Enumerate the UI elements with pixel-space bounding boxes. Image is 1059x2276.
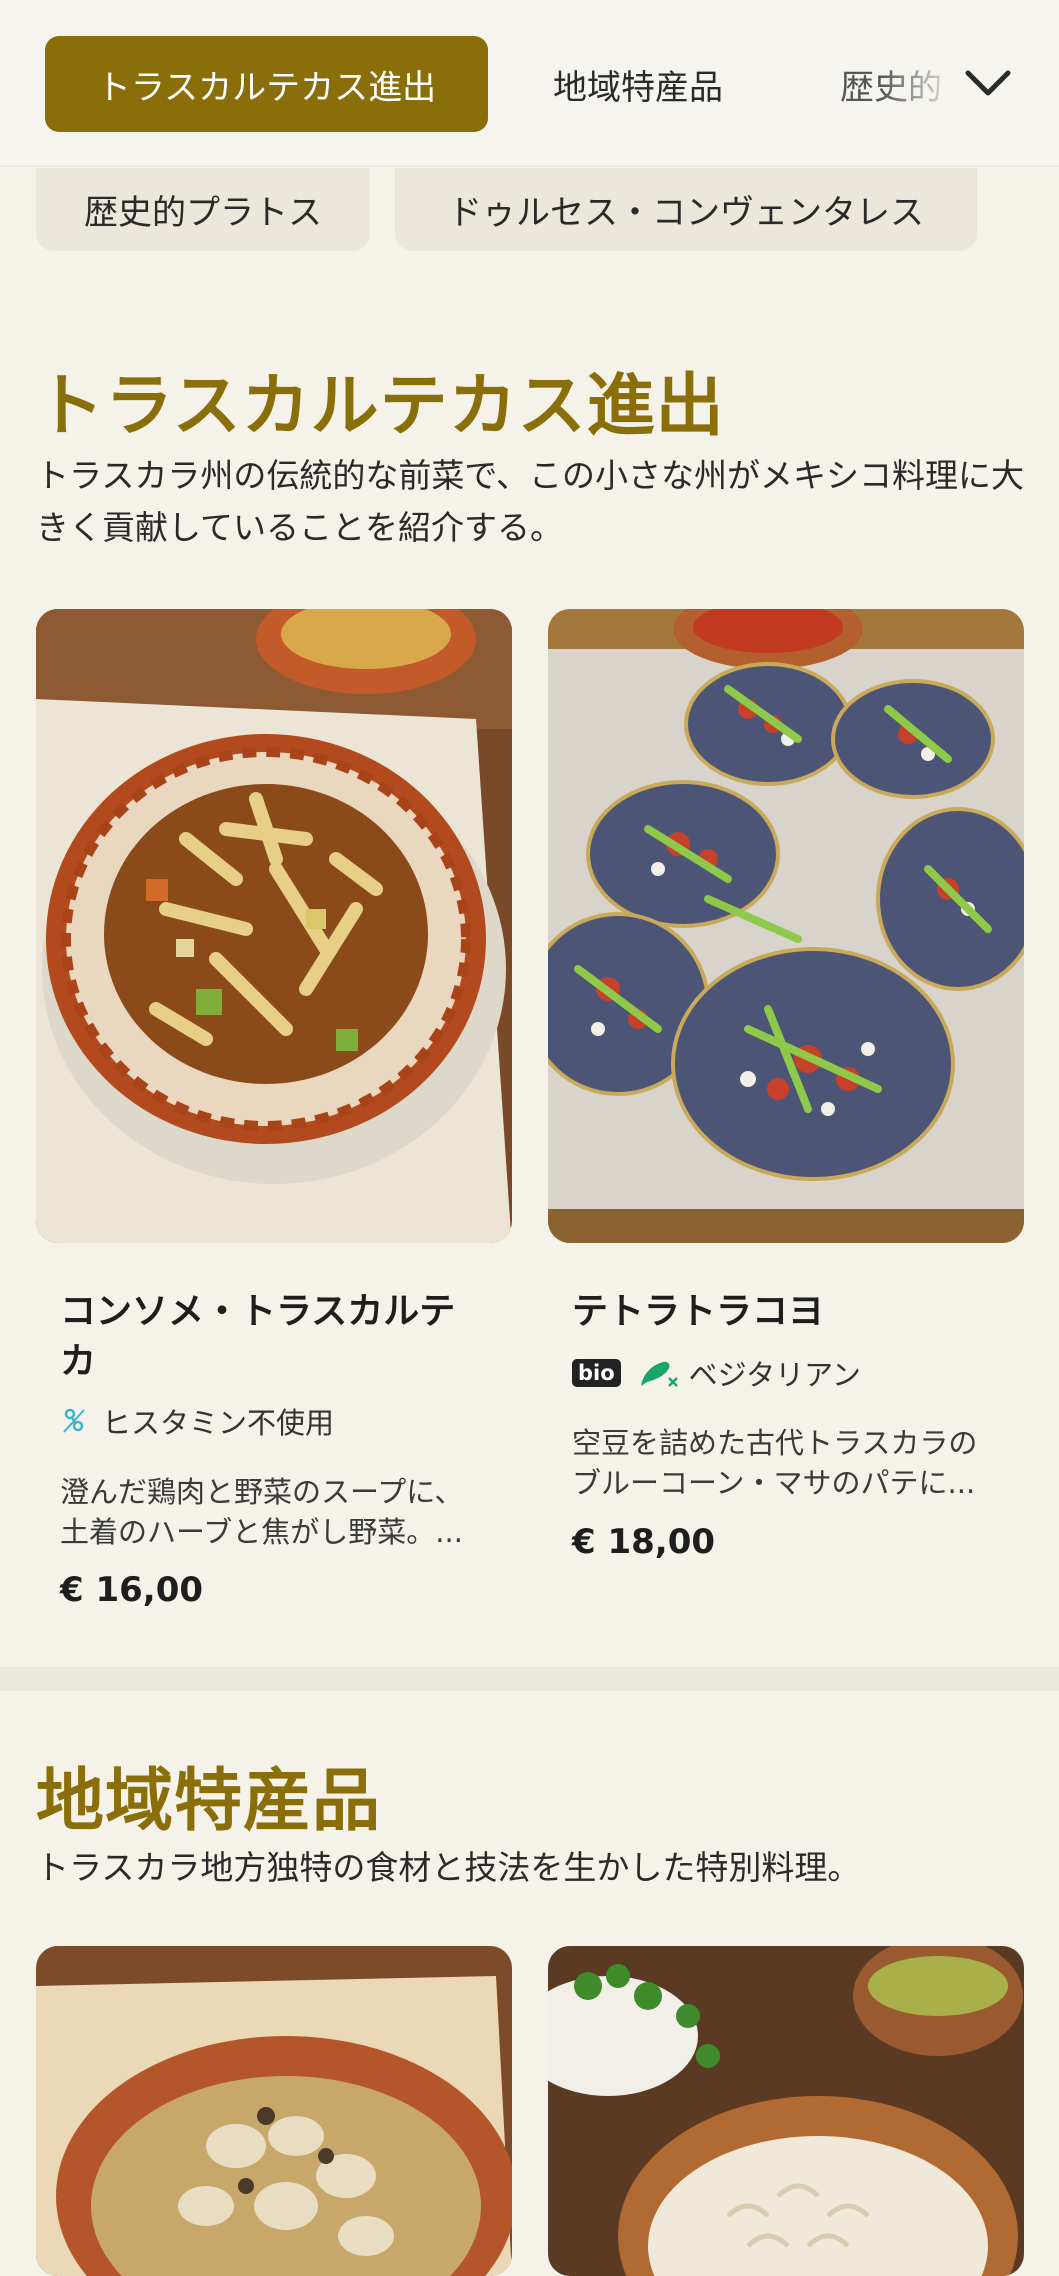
- tag-histamine-free: ヒスタミン不使用: [102, 1406, 335, 1440]
- dish-price: € 16,00: [60, 1570, 204, 1610]
- dish-name[interactable]: コンソメ・トラスカルテカ: [60, 1287, 480, 1387]
- dish-image-tlacoyo[interactable]: [548, 609, 1024, 1243]
- section-description: トラスカラ州の伝統的な前菜で、この小さな州がメキシコ料理に大きく貢献していること…: [36, 456, 1025, 547]
- tab-regional-specialties[interactable]: 地域特産品: [553, 36, 723, 132]
- consomme-photo: [36, 609, 512, 1243]
- chip-historic-plates[interactable]: 歴史的プラトス: [36, 168, 370, 251]
- dish-name[interactable]: テトラトラコヨ: [572, 1287, 1002, 1337]
- section-description: トラスカラ地方独特の食材と技法を生かした特別料理。: [36, 1848, 861, 1887]
- section-divider: [0, 1667, 1059, 1691]
- dish-image-chicken[interactable]: [36, 1946, 512, 2276]
- tab-tlaxcaltecas[interactable]: トラスカルテカス進出: [45, 36, 488, 132]
- dish-image-pasta[interactable]: [548, 1946, 1024, 2276]
- dish-description: 空豆を詰めた古代トラスカラのブルーコーン・マサのパテに...: [572, 1426, 978, 1500]
- histamine-free-icon: [63, 1408, 85, 1433]
- section-title: 地域特産品: [36, 1762, 382, 1841]
- chevron-down-icon[interactable]: [960, 55, 1016, 111]
- tag-vegetarian: ベジタリアン: [688, 1358, 861, 1392]
- dish-description: 澄んだ鶏肉と野菜のスープに、土着のハーブと焦がし野菜。...: [60, 1475, 464, 1549]
- dish-image-consomme[interactable]: [36, 609, 512, 1243]
- tab-fade-overlay: [880, 20, 960, 150]
- chicken-dish-photo: [36, 1946, 512, 2276]
- category-nav: トラスカルテカス進出 地域特産品 歴史的: [0, 0, 1059, 167]
- pasta-dish-photo: [548, 1946, 1024, 2276]
- tlacoyo-photo: [548, 609, 1024, 1243]
- vegetarian-icon: [640, 1361, 678, 1387]
- chip-conventual-sweets[interactable]: ドゥルセス・コンヴェンタレス: [395, 168, 977, 251]
- dish-price: € 18,00: [572, 1522, 716, 1562]
- dish-tags: bio ベジタリアン: [572, 1352, 861, 1394]
- dish-tags: ヒスタミン不使用: [60, 1400, 334, 1442]
- bio-badge: bio: [572, 1359, 621, 1387]
- section-title: トラスカルテカス進出: [36, 367, 725, 446]
